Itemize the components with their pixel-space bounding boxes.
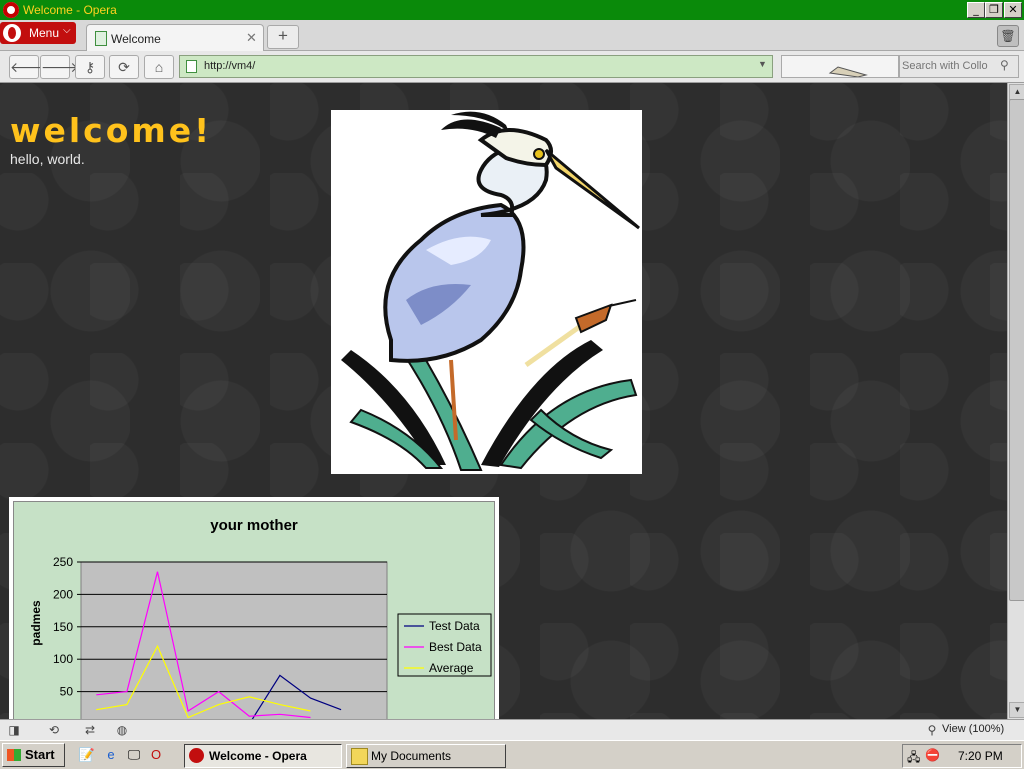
security-icon[interactable]: ⛔ (925, 748, 940, 762)
close-tab-icon[interactable]: ✕ (246, 30, 257, 46)
opera-logo-icon (3, 24, 21, 42)
chart-area: your mother250200150100500padmesTest Dat… (13, 501, 495, 719)
forward-button[interactable]: 🡒 (40, 55, 79, 79)
y-tick-label: 50 (60, 685, 74, 699)
y-tick-label: 100 (53, 652, 73, 666)
trash-icon[interactable]: 🗑 (997, 25, 1019, 47)
restore-button[interactable]: ❐ (985, 2, 1003, 18)
internet-explorer-icon[interactable]: e (102, 746, 120, 764)
task-opera[interactable]: Welcome - Opera (184, 744, 342, 768)
wand-graphic-icon (828, 66, 868, 78)
window-title: Welcome - Opera (23, 3, 117, 17)
address-bar[interactable]: http://vm4/ ▼ (179, 55, 773, 78)
show-desktop-icon[interactable]: 📝 (78, 746, 96, 764)
task-label: Welcome - Opera (209, 749, 307, 763)
reload-button[interactable]: ⟳ (109, 55, 139, 79)
folder-icon (351, 748, 368, 765)
scroll-down-button[interactable]: ▼ (1009, 702, 1024, 718)
start-label: Start (25, 747, 55, 762)
page-content: welcome! hello, world. your mother 250 2… (0, 83, 1007, 719)
menu-label: Menu (29, 26, 60, 40)
page-icon (186, 60, 197, 73)
network-icon[interactable]: 🖧 (907, 748, 920, 769)
y-tick-label: 200 (53, 587, 73, 601)
address-url[interactable]: http://vm4/ (204, 60, 255, 72)
line-chart: your mother250200150100500padmesTest Dat… (29, 517, 492, 719)
task-label: My Documents (371, 749, 452, 763)
scroll-up-button[interactable]: ▲ (1009, 84, 1024, 100)
wand-key-icon[interactable]: ⚷ (75, 55, 105, 79)
vertical-scrollbar[interactable]: ▲ ▼ (1007, 83, 1024, 719)
opera-menu-button[interactable]: Menu ⌵ (0, 22, 76, 44)
y-tick-label: 150 (53, 620, 73, 634)
status-bar: ◨ ⟲ ⇄ ◍ ⚲ View (100%) (0, 719, 1024, 740)
zoom-level[interactable]: View (100%) (942, 723, 1004, 735)
windows-logo-icon (7, 749, 21, 761)
unite-icon[interactable]: ⇄ (80, 722, 100, 738)
tab-welcome[interactable]: Welcome ✕ (86, 24, 264, 51)
chevron-down-icon: ⌵ (63, 25, 71, 36)
zoom-icon: ⚲ (927, 723, 937, 737)
search-box[interactable]: ⚲ (899, 55, 1019, 78)
minimize-button[interactable]: _ (967, 2, 985, 18)
home-button[interactable]: ⌂ (144, 55, 174, 79)
turbo-icon[interactable]: ◍ (112, 722, 132, 738)
title-bar: Welcome - Opera _ ❐ ✕ (0, 0, 1024, 20)
legend-label: Average (429, 661, 474, 675)
legend-label: Test Data (429, 619, 480, 633)
media-icon[interactable]: 🖵 (125, 746, 143, 764)
chart-title: your mother (210, 517, 298, 534)
search-input[interactable] (902, 58, 994, 73)
plot-area (80, 561, 388, 719)
sync-icon[interactable]: ⟲ (44, 722, 64, 738)
search-icon[interactable]: ⚲ (1000, 58, 1009, 72)
legend-label: Best Data (429, 640, 482, 654)
panel-toggle-icon[interactable]: ◨ (4, 722, 24, 738)
opera-quicklaunch-icon[interactable]: O (147, 746, 165, 764)
y-tick-label: 250 (53, 555, 73, 569)
dropdown-arrow-icon[interactable]: ▼ (758, 59, 767, 69)
taskbar: Start 📝 e 🖵 O Welcome - Opera My Documen… (0, 740, 1024, 769)
opera-logo-icon (3, 2, 19, 18)
scrollbar-thumb[interactable] (1009, 99, 1024, 601)
page-icon (95, 31, 107, 46)
page-subheading: hello, world. (10, 151, 85, 167)
start-button[interactable]: Start (2, 743, 65, 767)
clock: 7:20 PM (958, 749, 1003, 763)
y-axis-label: padmes (29, 600, 43, 646)
task-my-documents[interactable]: My Documents (346, 744, 506, 768)
new-tab-button[interactable]: + (267, 25, 299, 49)
system-tray: 🖧 ⛔ 7:20 PM (902, 744, 1022, 768)
tab-bar: Menu ⌵ Welcome ✕ (0, 20, 1024, 51)
speed-dial-area[interactable] (781, 55, 899, 78)
chart-container: your mother250200150100500padmesTest Dat… (9, 497, 499, 719)
opera-logo-icon (189, 748, 204, 763)
tab-label: Welcome (111, 32, 161, 46)
navigation-toolbar: 🡐 🡒 ⚷ ⟳ ⌂ http://vm4/ ▼ ⚲ (0, 51, 1024, 83)
page-heading: welcome! (10, 111, 213, 150)
heron-illustration (331, 110, 642, 474)
close-window-button[interactable]: ✕ (1004, 2, 1022, 18)
back-button[interactable]: 🡐 (9, 55, 48, 79)
